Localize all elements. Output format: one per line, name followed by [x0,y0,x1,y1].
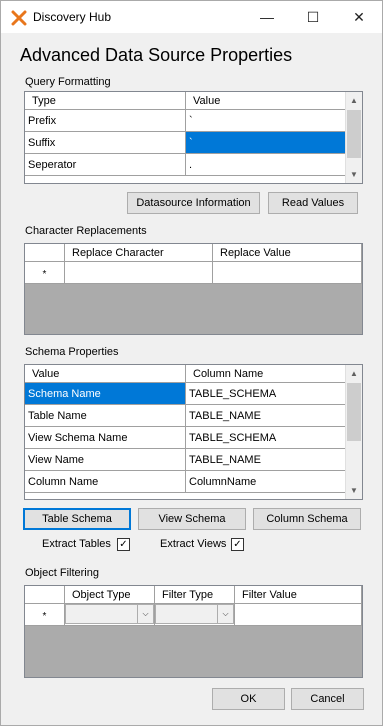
maximize-button[interactable]: ☐ [290,1,336,33]
extract-tables-label: Extract Tables [42,538,111,550]
column-header-filter-type[interactable]: Filter Type [155,586,235,604]
column-header-value[interactable]: Value [186,92,346,110]
checkmark-icon: ✓ [119,539,128,550]
view-schema-button[interactable]: View Schema [138,508,246,530]
close-icon: ✕ [353,8,365,25]
sp-row-value[interactable]: Table Name [25,405,186,427]
close-button[interactable]: ✕ [336,1,382,33]
window-title: Discovery Hub [33,10,112,24]
character-replacements-label: Character Replacements [25,225,147,237]
filter-type-cell[interactable]: ⌵ [155,604,235,626]
datasource-information-button[interactable]: Datasource Information [127,192,260,214]
page-title: Advanced Data Source Properties [20,45,293,65]
scroll-up-icon[interactable]: ▲ [346,365,362,382]
chevron-down-icon[interactable]: ⌵ [137,605,153,623]
column-header-value[interactable]: Value [25,365,186,383]
sp-row-column[interactable]: TABLE_NAME [186,405,346,427]
qf-row-value-selected[interactable]: ` [186,132,346,154]
chevron-down-icon[interactable]: ⌵ [217,605,233,623]
qf-row-value[interactable]: ` [186,110,346,132]
query-formatting-label: Query Formatting [25,76,111,88]
scroll-down-icon[interactable]: ▼ [346,166,362,183]
sp-row-column[interactable]: TABLE_SCHEMA [186,427,346,449]
object-type-cell[interactable]: ⌵ [65,604,155,626]
sp-vertical-scrollbar[interactable]: ▲ ▼ [345,365,362,499]
qf-row-type[interactable]: Suffix [25,132,186,154]
cr-new-replace-value[interactable] [213,262,362,284]
discovery-hub-logo-icon [11,10,27,26]
cancel-button[interactable]: Cancel [291,688,364,710]
column-header-type[interactable]: Type [25,92,186,110]
schema-properties-grid[interactable]: Value Column Name Schema Name TABLE_SCHE… [24,364,363,500]
column-header-replace-character[interactable]: Replace Character [65,244,213,262]
extract-tables-checkbox[interactable]: ✓ [117,538,130,551]
ok-button[interactable]: OK [212,688,285,710]
character-replacements-grid[interactable]: Replace Character Replace Value * [24,243,363,335]
qf-row-type[interactable]: Prefix [25,110,186,132]
schema-properties-label: Schema Properties [25,346,119,358]
column-header-object-type[interactable]: Object Type [65,586,155,604]
table-schema-button[interactable]: Table Schema [23,508,131,530]
extract-views-checkbox[interactable]: ✓ [231,538,244,551]
column-header-column-name[interactable]: Column Name [186,365,346,383]
sp-row-column[interactable]: TABLE_NAME [186,449,346,471]
row-header-corner [25,586,65,604]
extract-views-label: Extract Views [160,538,227,550]
scroll-thumb[interactable] [347,383,361,441]
dialog-window: Discovery Hub — ☐ ✕ Advanced Data Source… [0,0,383,726]
row-header-corner [25,244,65,262]
sp-row-value[interactable]: View Name [25,449,186,471]
checkmark-icon: ✓ [233,539,242,550]
sp-row-column[interactable]: ColumnName [186,471,346,493]
minimize-button[interactable]: — [244,1,290,33]
query-formatting-grid[interactable]: Type Value Prefix ` Suffix ` Seperator .… [24,91,363,184]
sp-row-column[interactable]: TABLE_SCHEMA [186,383,346,405]
maximize-icon: ☐ [306,8,320,25]
minimize-icon: — [260,9,274,25]
qf-vertical-scrollbar[interactable]: ▲ ▼ [345,92,362,183]
sp-row-value[interactable]: View Schema Name [25,427,186,449]
sp-row-value-selected[interactable]: Schema Name [25,383,186,405]
read-values-button[interactable]: Read Values [268,192,358,214]
filter-value-cell[interactable] [235,604,362,626]
qf-row-type[interactable]: Seperator [25,154,186,176]
object-type-combobox[interactable]: ⌵ [65,604,154,624]
object-filtering-grid[interactable]: Object Type Filter Type Filter Value * ⌵… [24,585,363,678]
sp-row-value[interactable]: Column Name [25,471,186,493]
column-header-replace-value[interactable]: Replace Value [213,244,362,262]
new-row-marker: * [25,604,65,626]
filter-type-combobox[interactable]: ⌵ [155,604,234,624]
scroll-thumb[interactable] [347,110,361,158]
column-header-filter-value[interactable]: Filter Value [235,586,362,604]
cr-new-replace-character[interactable] [65,262,213,284]
object-filtering-label: Object Filtering [25,567,99,579]
new-row-marker: * [25,262,65,284]
scroll-down-icon[interactable]: ▼ [346,482,362,499]
qf-row-value[interactable]: . [186,154,346,176]
title-bar: Discovery Hub — ☐ ✕ [1,1,382,33]
scroll-up-icon[interactable]: ▲ [346,92,362,109]
column-schema-button[interactable]: Column Schema [253,508,361,530]
